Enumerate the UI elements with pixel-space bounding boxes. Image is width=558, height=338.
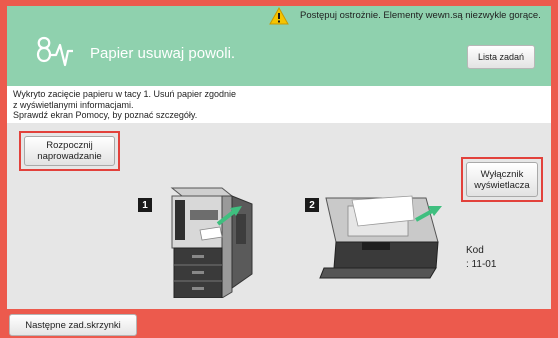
instruction-line: Wykryto zacięcie papieru w tacy 1. Usuń … (13, 89, 237, 99)
next-job-box-button[interactable]: Następne zad.skrzynki (9, 314, 137, 336)
instruction-line: Sprawdź ekran Pomocy, by poznać szczegół… (13, 110, 198, 120)
display-switch-label-line1: Wyłącznik (480, 168, 524, 180)
message-panel: Wykryto zacięcie papieru w tacy 1. Usuń … (7, 86, 551, 123)
paper-tray-illustration (319, 195, 442, 279)
error-code: Kod : 11-01 (466, 244, 496, 272)
display-switch-label-line2: wyświetlacza (474, 179, 530, 191)
screen-title: Papier usuwaj powoli. (90, 45, 236, 62)
warning-message: Postępuj ostrożnie. Elementy wewn.są nie… (300, 10, 541, 21)
start-guidance-label-line2: naprowadzanie (37, 151, 102, 162)
instruction-line: z wyświetlanymi informacjami. (13, 99, 134, 110)
start-guidance-label-line1: Rozpocznij (46, 140, 93, 151)
step-1-badge: 1 (138, 198, 152, 212)
error-code-value: : 11-01 (466, 259, 497, 270)
start-guidance-button[interactable]: Rozpocznij naprowadzanie (24, 136, 115, 166)
printer-open-door-illustration (170, 187, 253, 298)
step-2-badge: 2 (305, 198, 319, 212)
warning-triangle-icon (269, 7, 289, 25)
job-list-button[interactable]: Lista zadań (467, 45, 535, 69)
error-code-label: Kod (466, 245, 484, 256)
waveform-logo-icon (36, 36, 73, 67)
display-switch-button[interactable]: Wyłącznik wyświetlacza (466, 162, 538, 197)
jam-instructions: Wykryto zacięcie papieru w tacy 1. Usuń … (13, 89, 236, 121)
